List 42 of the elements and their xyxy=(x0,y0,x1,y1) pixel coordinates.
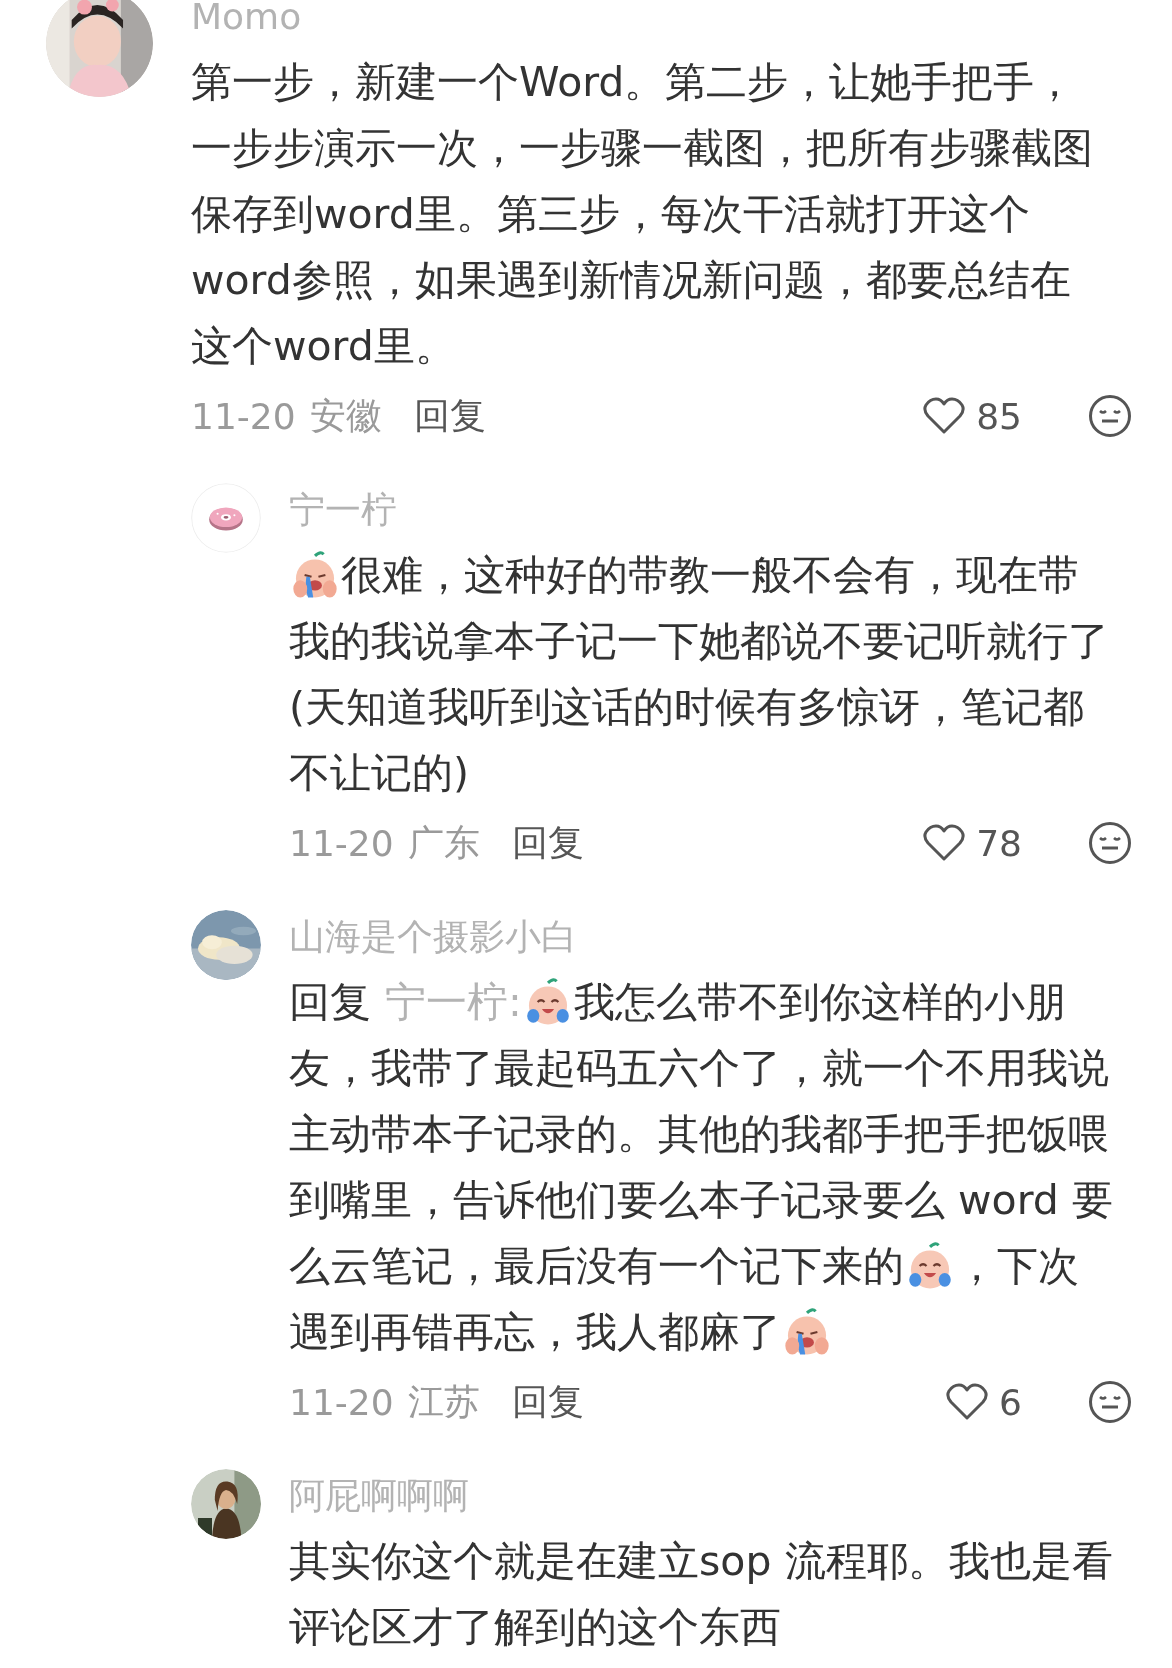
comment-text: 一步步演示一次，一步骤一截图，把所有步骤截图 xyxy=(191,123,1093,174)
heart-icon[interactable] xyxy=(945,1382,990,1422)
comment-text: 其实你这个就是在建立sop 流程耶。我也是看 xyxy=(289,1536,1113,1587)
username[interactable]: Momo xyxy=(191,0,1132,34)
face-icon[interactable] xyxy=(1088,1380,1132,1424)
comment-location: 安徽 xyxy=(309,393,382,438)
heart-icon[interactable] xyxy=(922,823,967,863)
comment-text: 很难，这种好的带教一般不会有，现在带 xyxy=(341,550,1079,601)
username[interactable]: 宁一柠 xyxy=(289,493,1132,527)
heart-icon[interactable] xyxy=(922,396,967,436)
reply-button[interactable]: 回复 xyxy=(511,818,584,868)
mention-link[interactable]: 宁一柠: xyxy=(385,969,522,1035)
comment-text: 我的我说拿本子记一下她都说不要记听就行了 xyxy=(289,616,1109,667)
comment-text: 保存到word里。第三步，每次干活就打开这个 xyxy=(191,189,1030,240)
comment-location: 广东 xyxy=(407,820,480,865)
comment-text: 么云笔记，最后没有一个记下来的 xyxy=(289,1241,904,1292)
comment-location: 江苏 xyxy=(407,1379,480,1424)
like-count: 78 xyxy=(976,822,1022,864)
face-icon[interactable] xyxy=(1088,394,1132,438)
comment-text: 我怎么带不到你这样的小朋 xyxy=(573,977,1066,1028)
comment-text: 回复 xyxy=(289,977,371,1028)
comment-date: 11-20 xyxy=(289,822,394,864)
comment-text: 不让记的) xyxy=(289,748,469,799)
comment-date: 11-20 xyxy=(289,1381,394,1423)
reply-button[interactable]: 回复 xyxy=(511,1377,584,1427)
username[interactable]: 阿屁啊啊啊 xyxy=(289,1479,1132,1513)
comment-text: 第一步，新建一个Word。第二步，让她手把手， xyxy=(191,57,1076,108)
comment-text: (天知道我听到这话的时候有多惊讶，笔记都 xyxy=(289,682,1084,733)
comment-text: 遇到再错再忘，我人都麻了 xyxy=(289,1307,781,1358)
comment-text: 到嘴里，告诉他们要么本子记录要么 word 要 xyxy=(289,1175,1113,1226)
comment-text: ，下次 xyxy=(956,1241,1079,1292)
like-count: 6 xyxy=(999,1381,1022,1423)
comment-date: 11-20 xyxy=(191,395,296,437)
comment-text: 主动带本子记录的。其他的我都手把手把饭喂 xyxy=(289,1109,1109,1160)
comment-text: word参照，如果遇到新情况新问题，都要总结在 xyxy=(191,255,1071,306)
username[interactable]: 山海是个摄影小白 xyxy=(289,920,1132,954)
face-icon[interactable] xyxy=(1088,821,1132,865)
reply-button[interactable]: 回复 xyxy=(413,391,486,441)
comment-text: 友，我带了最起码五六个了，就一个不用我说 xyxy=(289,1043,1109,1094)
comment-text: 这个word里。 xyxy=(191,321,456,372)
comment-text: 评论区才了解到的这个东西 xyxy=(289,1602,781,1653)
like-count: 85 xyxy=(976,395,1022,437)
